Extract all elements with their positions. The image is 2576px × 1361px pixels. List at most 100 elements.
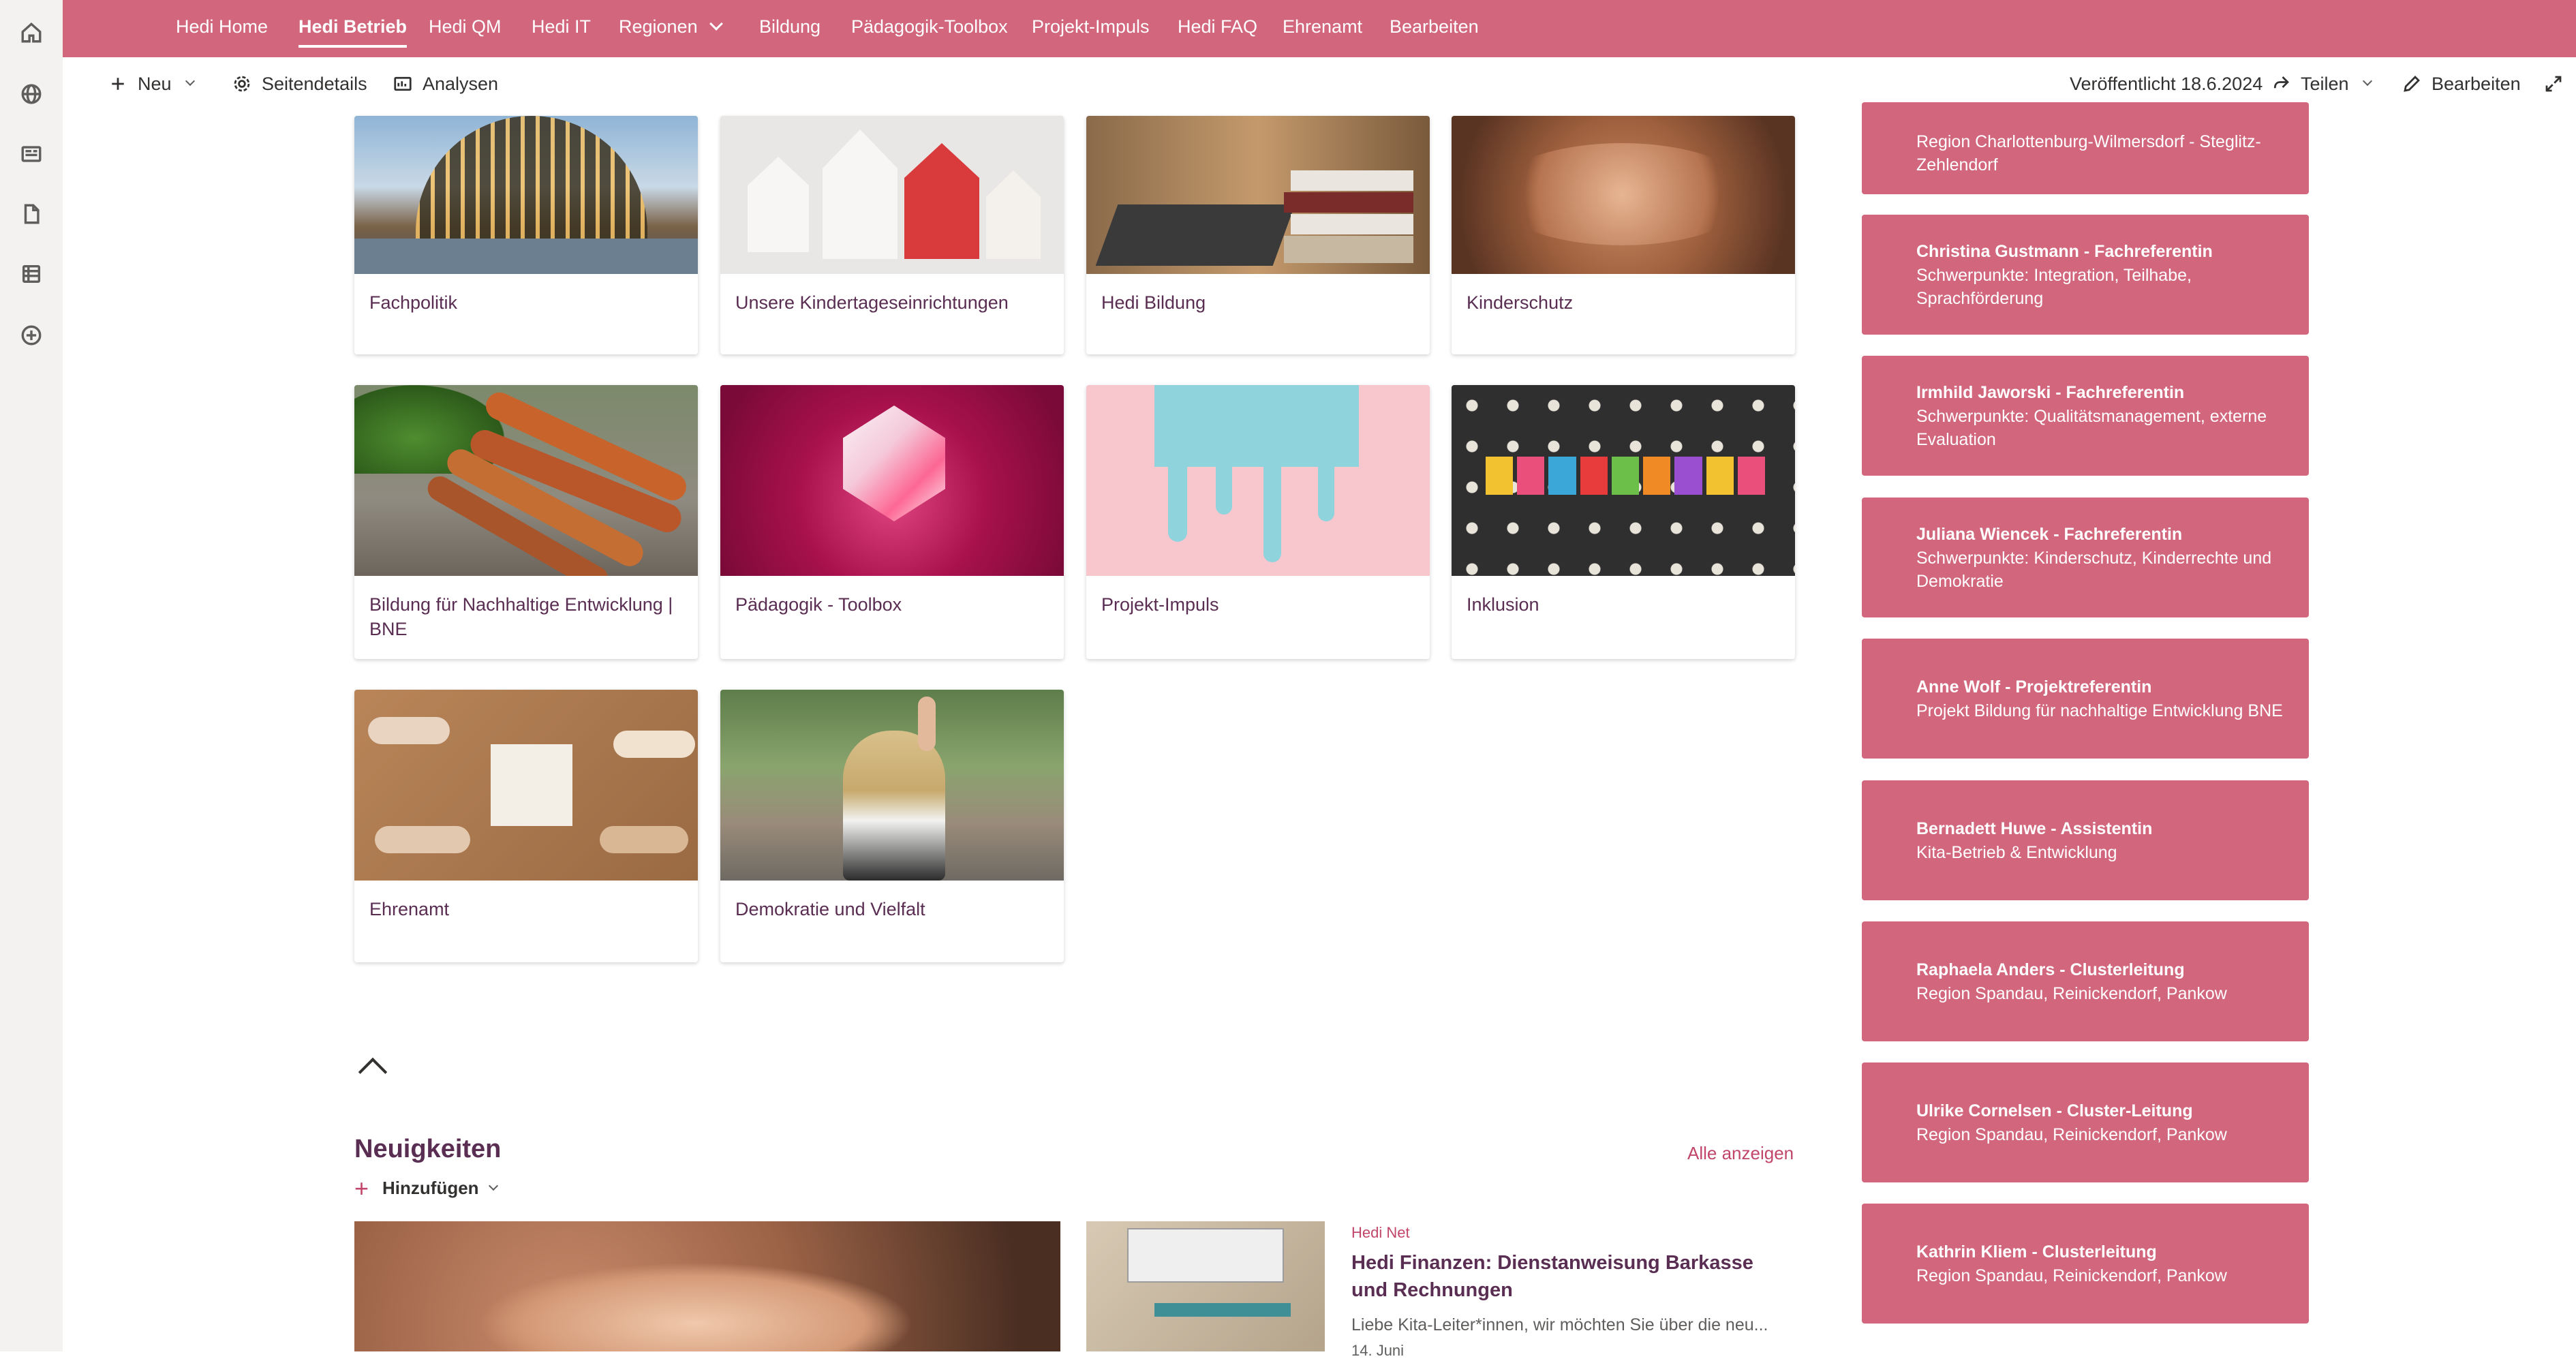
- contact-name: Christina Gustmann - Fachreferentin: [1916, 242, 2213, 261]
- tile-ehrenamt[interactable]: Ehrenamt: [354, 690, 698, 962]
- tile-fachpolitik[interactable]: Fachpolitik: [354, 116, 698, 354]
- contact-name: Ulrike Cornelsen - Cluster-Leitung: [1916, 1101, 2193, 1120]
- hub-nav-regionen-label: Regionen: [619, 16, 698, 37]
- contact-name: Kathrin Kliem - Clusterleitung: [1916, 1242, 2157, 1261]
- tile-title: Inklusion: [1467, 594, 1539, 615]
- tile-paedagogik-toolbox[interactable]: Pädagogik - Toolbox: [720, 385, 1064, 659]
- contact-description: Projekt Bildung für nachhaltige Entwickl…: [1916, 701, 2283, 720]
- tile-title: Fachpolitik: [369, 292, 458, 313]
- hub-nav-bildung[interactable]: Bildung: [759, 0, 821, 57]
- published-label: Veröffentlicht 18.6.2024: [2070, 73, 2263, 94]
- gear-icon: [234, 76, 250, 92]
- hub-nav-bearbeiten[interactable]: Bearbeiten: [1390, 0, 1479, 57]
- tile-projekt-impuls[interactable]: Projekt-Impuls: [1086, 385, 1430, 659]
- contact-name: Juliana Wiencek - Fachreferentin: [1916, 525, 2183, 544]
- contact-card[interactable]: Bernadett Huwe - Assistentin Kita-Betrie…: [1862, 780, 2309, 900]
- contact-name: Raphaela Anders - Clusterleitung: [1916, 960, 2185, 979]
- page-details-button[interactable]: Seitendetails: [232, 57, 367, 110]
- news-icon[interactable]: [14, 136, 49, 172]
- tile-hedi-bildung[interactable]: Hedi Bildung: [1086, 116, 1430, 354]
- contact-description: Region Spandau, Reinickendorf, Pankow: [1916, 1266, 2227, 1285]
- contact-card[interactable]: Christina Gustmann - Fachreferentin Schw…: [1862, 215, 2309, 335]
- contact-name: Anne Wolf - Projektreferentin: [1916, 677, 2152, 697]
- tile-title: Hedi Bildung: [1101, 292, 1206, 313]
- contact-card[interactable]: Kathrin Kliem - Clusterleitung Region Sp…: [1862, 1204, 2309, 1324]
- hub-nav-projekt-impuls[interactable]: Projekt-Impuls: [1032, 0, 1150, 57]
- tile-image-puzzle-hands: [354, 690, 698, 881]
- tile-image-reichstag-dome: [354, 116, 698, 274]
- news-add-button[interactable]: + Hinzufügen: [354, 1174, 498, 1202]
- tile-title: Demokratie und Vielfalt: [735, 899, 925, 919]
- list-icon[interactable]: [14, 256, 49, 292]
- tile-title: Bildung für Nachhaltige Entwicklung | BN…: [369, 594, 673, 639]
- plus-icon: +: [354, 1174, 369, 1202]
- edit-button[interactable]: Bearbeiten: [2402, 57, 2521, 110]
- tile-image-carrots: [354, 385, 698, 576]
- analytics-icon: [394, 76, 412, 91]
- tile-title: Kinderschutz: [1467, 292, 1574, 313]
- chevron-down-icon: [2362, 76, 2372, 87]
- hub-nav-hedi-qm[interactable]: Hedi QM: [429, 0, 502, 57]
- tile-unsere-kindertageseinrichtungen[interactable]: Unsere Kindertageseinrichtungen: [720, 116, 1064, 354]
- globe-icon[interactable]: [14, 76, 49, 112]
- expand-icon: [2545, 76, 2562, 92]
- tile-title: Pädagogik - Toolbox: [735, 594, 902, 615]
- contact-description: Schwerpunkte: Integration, Teilhabe, Spr…: [1916, 266, 2192, 308]
- new-button[interactable]: Neu: [108, 57, 195, 110]
- tile-inklusion[interactable]: Inklusion: [1452, 385, 1795, 659]
- tile-image-demonstration: [720, 690, 1064, 881]
- hub-nav-ehrenamt[interactable]: Ehrenamt: [1283, 0, 1362, 57]
- tile-image-letter-dice: [1452, 385, 1795, 576]
- news-see-all-link[interactable]: Alle anzeigen: [1687, 1143, 1794, 1164]
- contact-card[interactable]: Ulrike Cornelsen - Cluster-Leitung Regio…: [1862, 1062, 2309, 1182]
- news-item-image[interactable]: [1086, 1221, 1325, 1351]
- document-icon[interactable]: [14, 196, 49, 232]
- tile-image-glass-cube: [720, 385, 1064, 576]
- hub-nav-hedi-faq[interactable]: Hedi FAQ: [1178, 0, 1257, 57]
- pencil-icon: [2404, 76, 2420, 92]
- tile-kinderschutz[interactable]: Kinderschutz: [1452, 116, 1795, 354]
- news-item-date: 14. Juni: [1351, 1342, 1405, 1359]
- contact-card[interactable]: Irmhild Jaworski - Fachreferentin Schwer…: [1862, 356, 2309, 476]
- share-label: Teilen: [2301, 73, 2349, 94]
- hub-nav-paedagogik-toolbox[interactable]: Pädagogik-Toolbox: [851, 0, 1008, 57]
- analytics-button[interactable]: Analysen: [393, 57, 498, 110]
- tile-bne[interactable]: Bildung für Nachhaltige Entwicklung | BN…: [354, 385, 698, 659]
- chevron-down-icon: [488, 1180, 498, 1191]
- home-icon[interactable]: [14, 15, 49, 50]
- contact-description: Schwerpunkte: Qualitätsmanagement, exter…: [1916, 407, 2267, 449]
- news-section-title: Neuigkeiten: [354, 1135, 502, 1163]
- chevron-down-icon: [185, 76, 195, 87]
- hub-nav-regionen[interactable]: Regionen: [619, 0, 723, 57]
- news-item-title[interactable]: Hedi Finanzen: Dienstanweisung Barkasse …: [1351, 1249, 1788, 1304]
- hub-nav-hedi-betrieb[interactable]: Hedi Betrieb: [298, 0, 408, 57]
- add-circle-icon[interactable]: [14, 318, 49, 353]
- tile-image-stacked-hands: [1452, 116, 1795, 274]
- chevron-down-icon: [709, 17, 723, 31]
- collapse-chevron-icon[interactable]: [358, 1057, 388, 1087]
- hub-nav-hedi-home[interactable]: Hedi Home: [176, 0, 268, 57]
- plus-icon: [112, 78, 124, 90]
- hub-nav-hedi-it[interactable]: Hedi IT: [532, 0, 591, 57]
- new-button-label: Neu: [138, 73, 172, 94]
- contact-description: Region Charlottenburg-Wilmersdorf - Steg…: [1916, 132, 2261, 174]
- analytics-label: Analysen: [423, 73, 499, 94]
- contact-card[interactable]: Region Charlottenburg-Wilmersdorf - Steg…: [1862, 102, 2309, 194]
- tile-image-paint-drip: [1086, 385, 1430, 576]
- contact-card[interactable]: Anne Wolf - Projektreferentin Projekt Bi…: [1862, 639, 2309, 759]
- news-item[interactable]: Hedi Net Hedi Finanzen: Dienstanweisung …: [1351, 1223, 1788, 1361]
- expand-button[interactable]: [2543, 57, 2573, 110]
- tile-title: Ehrenamt: [369, 899, 450, 919]
- news-item-excerpt: Liebe Kita-Leiter*innen, wir möchten Sie…: [1351, 1315, 1768, 1334]
- edit-label: Bearbeiten: [2432, 73, 2521, 94]
- contact-description: Schwerpunkte: Kinderschutz, Kinderrechte…: [1916, 549, 2272, 591]
- tile-title: Projekt-Impuls: [1101, 594, 1219, 615]
- contact-description: Region Spandau, Reinickendorf, Pankow: [1916, 1125, 2227, 1144]
- contact-card[interactable]: Raphaela Anders - Clusterleitung Region …: [1862, 921, 2309, 1041]
- tile-demokratie-und-vielfalt[interactable]: Demokratie und Vielfalt: [720, 690, 1064, 962]
- contact-name: Irmhild Jaworski - Fachreferentin: [1916, 383, 2185, 402]
- tile-image-paper-houses: [720, 116, 1064, 274]
- news-item-source: Hedi Net: [1351, 1224, 1410, 1241]
- contact-card[interactable]: Juliana Wiencek - Fachreferentin Schwerp…: [1862, 498, 2309, 617]
- news-hero-image[interactable]: [354, 1221, 1060, 1351]
